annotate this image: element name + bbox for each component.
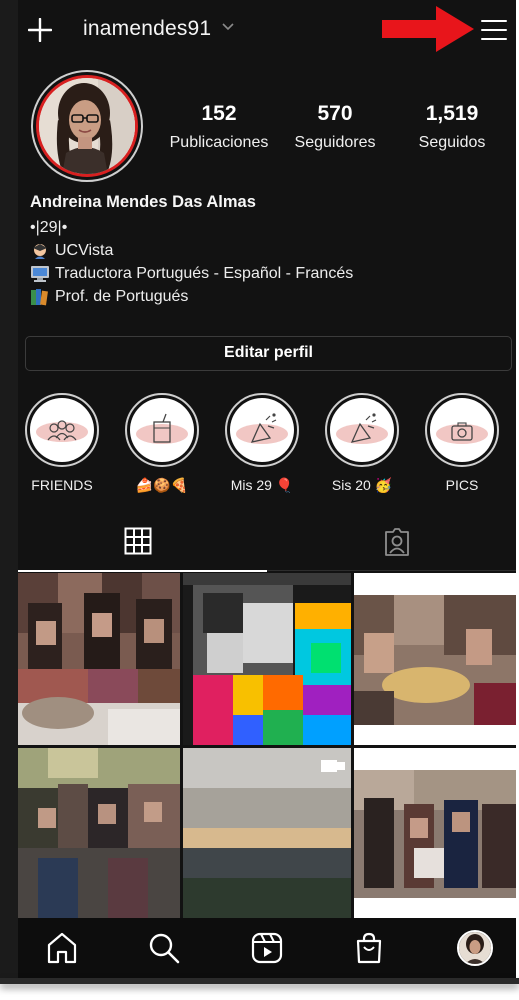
photo-grid xyxy=(18,573,516,918)
home-icon[interactable] xyxy=(44,930,80,966)
woman-student-emoji-icon xyxy=(30,242,50,260)
highlight-food-label: 🍰🍪🍕 xyxy=(135,477,189,493)
bio-job-text: Traductora Portugués - Español - Francés xyxy=(55,264,354,282)
tagged-icon xyxy=(385,528,409,556)
party-icon xyxy=(330,398,394,462)
bottom-navigation xyxy=(18,918,516,978)
highlight-mis29-label: Mis 29 🎈 xyxy=(230,477,294,493)
grid-photo-2[interactable] xyxy=(183,573,351,745)
grid-photo-1[interactable] xyxy=(18,573,180,745)
shop-icon[interactable] xyxy=(351,930,387,966)
stat-followers[interactable]: 570 Seguidores xyxy=(275,102,395,152)
top-bar: inamendes91 xyxy=(18,0,516,62)
menu-icon[interactable] xyxy=(480,18,508,42)
highlight-pics[interactable]: PICS xyxy=(422,393,502,494)
bio-section: Andreina Mendes Das Almas •|29|• UCVista xyxy=(30,193,500,308)
grid-photo-6[interactable] xyxy=(354,748,516,918)
books-emoji-icon xyxy=(30,288,50,306)
bio-age-text: •|29|• xyxy=(30,218,68,236)
drink-icon xyxy=(130,398,194,462)
highlight-mis29[interactable]: Mis 29 🎈 xyxy=(222,393,302,494)
red-arrow-annotation xyxy=(382,6,474,52)
bio-line-university: UCVista xyxy=(30,239,500,262)
profile-name: Andreina Mendes Das Almas xyxy=(30,193,256,211)
grid-photo-4[interactable] xyxy=(18,748,180,918)
stat-following-value: 1,519 xyxy=(425,102,479,125)
search-icon[interactable] xyxy=(146,930,182,966)
highlight-friends-label: FRIENDS xyxy=(31,477,93,493)
stat-followers-label: Seguidores xyxy=(294,134,376,151)
username[interactable]: inamendes91 xyxy=(83,17,211,41)
highlight-sis20[interactable]: Sis 20 🥳 xyxy=(322,393,402,494)
stat-posts-label: Publicaciones xyxy=(169,134,269,151)
bio-line-age: •|29|• xyxy=(30,216,500,239)
profile-tabs xyxy=(18,513,516,572)
grid-photo-5[interactable] xyxy=(183,748,351,918)
phone-bezel xyxy=(0,0,18,978)
highlight-pics-label: PICS xyxy=(445,477,479,493)
bio-line-teacher: Prof. de Portugués xyxy=(30,285,500,308)
highlight-friends[interactable]: FRIENDS xyxy=(22,393,102,494)
plus-icon[interactable] xyxy=(28,18,52,42)
highlight-sis20-label: Sis 20 🥳 xyxy=(331,477,393,493)
grid-photo-3[interactable] xyxy=(354,573,516,745)
profile-avatar[interactable] xyxy=(31,70,143,182)
friends-icon xyxy=(30,398,94,462)
computer-emoji-icon xyxy=(30,265,50,283)
avatar-photo xyxy=(36,75,138,177)
stat-posts[interactable]: 152 Publicaciones xyxy=(159,102,279,152)
edit-profile-button[interactable]: Editar perfil xyxy=(25,336,512,371)
phone-frame: inamendes91 152 Publicaciones 570 Seguid… xyxy=(0,0,519,1000)
profile-screen: inamendes91 152 Publicaciones 570 Seguid… xyxy=(18,0,516,978)
grid-icon xyxy=(124,527,152,555)
party-icon xyxy=(230,398,294,462)
tab-tagged[interactable] xyxy=(267,513,516,571)
phone-bezel-bottom xyxy=(0,978,519,984)
stat-following[interactable]: 1,519 Seguidos xyxy=(392,102,512,152)
stat-followers-value: 570 xyxy=(317,102,353,125)
chevron-down-icon[interactable] xyxy=(221,22,235,32)
bio-teacher-text: Prof. de Portugués xyxy=(55,287,189,305)
bio-university-text: UCVista xyxy=(55,241,114,259)
highlight-food[interactable]: 🍰🍪🍕 xyxy=(122,393,202,494)
stat-posts-value: 152 xyxy=(201,102,237,125)
stat-following-label: Seguidos xyxy=(418,134,486,151)
bio-line-job: Traductora Portugués - Español - Francés xyxy=(30,262,500,285)
camera-icon xyxy=(430,398,494,462)
reels-icon[interactable] xyxy=(249,930,285,966)
profile-avatar[interactable] xyxy=(457,930,493,966)
tab-grid[interactable] xyxy=(18,513,267,572)
